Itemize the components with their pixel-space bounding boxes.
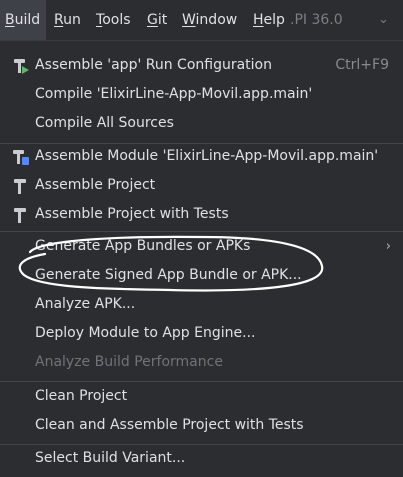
- menu-item-label: Assemble Project: [35, 177, 156, 193]
- menu-help[interactable]: Help: [253, 0, 285, 40]
- menu-item-select-build-variant[interactable]: Select Build Variant...: [0, 444, 403, 473]
- menu-run[interactable]: Run: [54, 0, 81, 40]
- api-level-hint[interactable]: .PI 36.0: [290, 0, 343, 40]
- menu-item-assemble-project[interactable]: Assemble Project: [0, 171, 403, 200]
- menu-item-generate-bundles[interactable]: Generate App Bundles or APKs ›: [0, 232, 403, 261]
- menu-item-clean-assemble-tests[interactable]: Clean and Assemble Project with Tests: [0, 411, 403, 440]
- hammer-module-icon: [13, 150, 29, 165]
- shortcut-label: Ctrl+F9: [335, 57, 389, 73]
- build-menu-dropdown: Assemble 'app' Run Configuration Ctrl+F9…: [0, 40, 403, 477]
- menu-tools[interactable]: Tools: [96, 0, 131, 40]
- menu-item-generate-signed[interactable]: Generate Signed App Bundle or APK...: [0, 261, 403, 290]
- menu-item-assemble-module[interactable]: Assemble Module 'ElixirLine-App-Movil.ap…: [0, 142, 403, 171]
- menu-item-label: Compile 'ElixirLine-App-Movil.app.main': [35, 86, 313, 102]
- menu-build-label: uild: [14, 12, 41, 28]
- ide-window: Build Run Tools Git Window Help .PI 36.0…: [0, 0, 403, 477]
- menu-build-mnemonic: B: [5, 12, 15, 28]
- menu-help-label: elp: [263, 12, 285, 28]
- menu-item-label: Analyze Build Performance: [35, 354, 223, 370]
- menu-item-compile-main[interactable]: Compile 'ElixirLine-App-Movil.app.main': [0, 80, 403, 109]
- menu-item-assemble-project-tests[interactable]: Assemble Project with Tests: [0, 200, 403, 229]
- menu-item-assemble-app-run-config[interactable]: Assemble 'app' Run Configuration Ctrl+F9: [0, 51, 403, 80]
- menu-item-label: Generate Signed App Bundle or APK...: [35, 267, 302, 283]
- menu-item-label: Clean and Assemble Project with Tests: [35, 417, 304, 433]
- menu-item-analyze-apk[interactable]: Analyze APK...: [0, 290, 403, 319]
- hammer-icon: [14, 208, 26, 223]
- menu-item-label: Assemble Project with Tests: [35, 206, 229, 222]
- menu-item-label: Generate App Bundles or APKs: [35, 238, 251, 254]
- menu-item-deploy-module[interactable]: Deploy Module to App Engine...: [0, 319, 403, 348]
- menu-bar: Build Run Tools Git Window Help .PI 36.0…: [0, 0, 403, 40]
- menu-git-mnemonic: G: [147, 12, 158, 28]
- menu-window-label: indow: [195, 12, 238, 28]
- menu-window-mnemonic: W: [182, 12, 196, 28]
- menu-item-label: Compile All Sources: [35, 115, 174, 131]
- hammer-run-icon: [14, 59, 29, 74]
- menu-window[interactable]: Window: [182, 0, 237, 40]
- menu-tools-label: ools: [102, 12, 131, 28]
- menu-item-label: Clean Project: [35, 388, 128, 404]
- menu-item-label: Assemble 'app' Run Configuration: [35, 57, 272, 73]
- menu-run-mnemonic: R: [54, 12, 64, 28]
- menu-build[interactable]: Build: [0, 0, 46, 40]
- hammer-icon: [14, 179, 26, 194]
- menu-item-analyze-build-performance: Analyze Build Performance: [0, 348, 403, 377]
- menu-item-compile-all[interactable]: Compile All Sources: [0, 109, 403, 138]
- menu-item-label: Assemble Module 'ElixirLine-App-Movil.ap…: [35, 148, 379, 164]
- menu-run-label: un: [63, 12, 81, 28]
- menu-item-label: Select Build Variant...: [35, 450, 186, 466]
- chevron-down-icon[interactable]: ⌄: [378, 0, 389, 40]
- menu-item-clean-project[interactable]: Clean Project: [0, 382, 403, 411]
- menu-item-label: Deploy Module to App Engine...: [35, 325, 256, 341]
- menu-git[interactable]: Git: [147, 0, 167, 40]
- menu-git-label: it: [157, 12, 168, 28]
- menu-help-mnemonic: H: [253, 12, 264, 28]
- menu-item-label: Analyze APK...: [35, 296, 136, 312]
- submenu-arrow-icon: ›: [385, 239, 391, 254]
